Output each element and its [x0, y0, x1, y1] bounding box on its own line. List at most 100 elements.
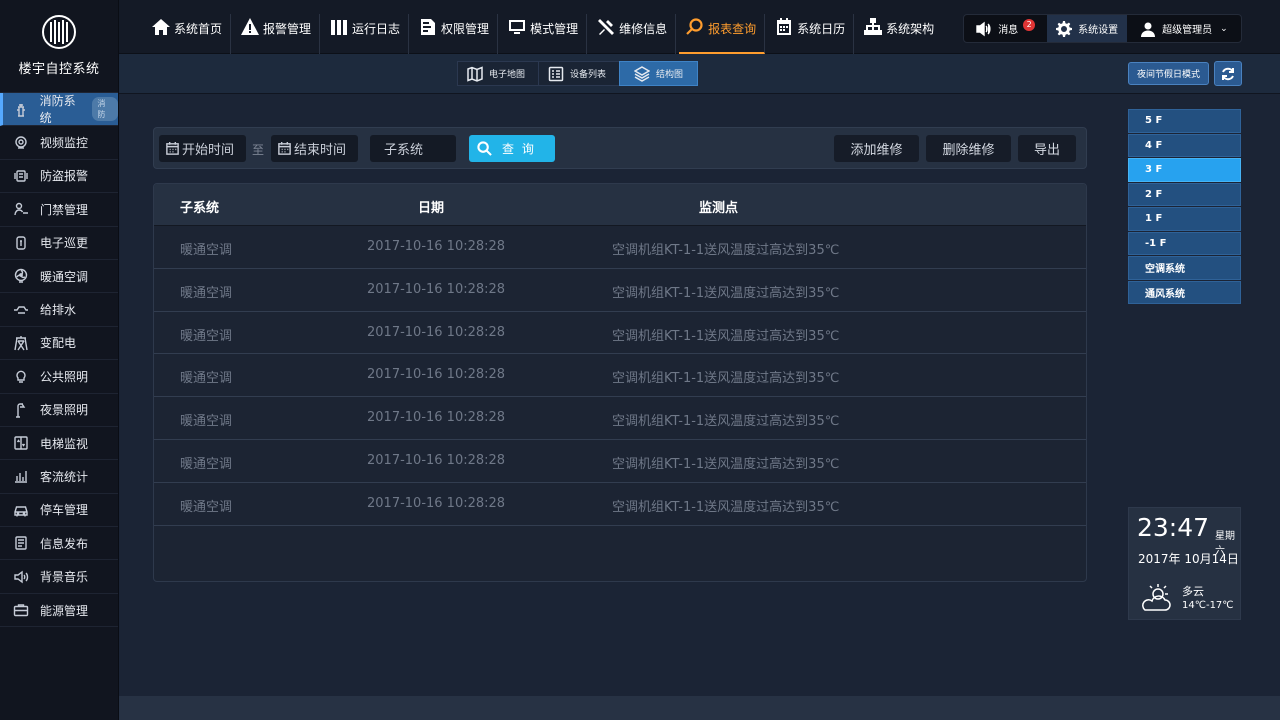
door-icon [12, 200, 30, 218]
table-row[interactable]: 暖通空调 2017-10-16 10:28:28 空调机组KT-1-1送风温度过高达… [154, 354, 1086, 398]
topnav-alarms[interactable]: 报警管理 [234, 14, 321, 54]
sidebar-item-elevator[interactable]: 电梯监视 [0, 427, 118, 461]
topnav-label: 系统日历 [797, 22, 846, 36]
settings-button[interactable]: 系统设置 [1047, 15, 1127, 42]
floor-item[interactable]: 3 F [1128, 158, 1241, 182]
user-menu[interactable]: 超级管理员 ⌄ [1127, 15, 1241, 42]
pipe-icon [12, 301, 30, 319]
table-header: 子系统 日期 监测点 [154, 184, 1086, 226]
night-holiday-mode-button[interactable]: 夜间节假日模式 [1128, 62, 1209, 85]
sidebar-item-fire[interactable]: 消防系统 消防 [0, 93, 118, 127]
cell-subsystem: 暖通空调 [180, 414, 233, 430]
cell-monitor-point: 空调机组KT-1-1送风温度过高达到35℃ [612, 414, 840, 430]
topnav-label: 报警管理 [263, 22, 312, 36]
tab-label: 电子地图 [489, 70, 526, 80]
sidebar-item-hvac[interactable]: 暖通空调 [0, 260, 118, 294]
delete-maintenance-button[interactable]: 删除维修 [926, 135, 1011, 162]
start-time-input[interactable]: 开始时间 [159, 135, 246, 162]
chevron-down-icon: ⌄ [1220, 23, 1228, 34]
warning-icon [240, 17, 260, 35]
clock-time: 23:47 [1137, 513, 1210, 542]
list-icon [548, 66, 564, 81]
sidebar-item-label: 暖通空调 [40, 269, 89, 284]
floor-item[interactable]: 空调系统 [1128, 256, 1241, 280]
floor-item[interactable]: 2 F [1128, 182, 1241, 206]
floor-item[interactable]: -1 F [1128, 231, 1241, 255]
calendar-icon [278, 141, 291, 155]
end-time-input[interactable]: 结束时间 [271, 135, 358, 162]
export-button[interactable]: 导出 [1018, 135, 1076, 162]
sidebar-item-music[interactable]: 背景音乐 [0, 560, 118, 594]
sidebar-item-access[interactable]: 门禁管理 [0, 193, 118, 227]
power-tower-icon [12, 334, 30, 352]
end-time-placeholder: 结束时间 [294, 143, 347, 158]
weather-condition: 多云 [1182, 585, 1204, 598]
sidebar-item-label: 公共照明 [40, 369, 89, 384]
table-row[interactable]: 暖通空调 2017-10-16 10:28:28 空调机组KT-1-1送风温度过高达… [154, 269, 1086, 312]
hierarchy-icon [863, 17, 883, 35]
column-header-subsystem[interactable]: 子系统 [180, 197, 219, 216]
floor-item[interactable]: 通风系统 [1128, 280, 1241, 304]
sidebar-item-parking[interactable]: 停车管理 [0, 494, 118, 528]
refresh-button[interactable] [1214, 61, 1242, 86]
sidebar-item-alarm[interactable]: 防盗报警 [0, 160, 118, 194]
floor-item[interactable]: 5 F [1128, 109, 1241, 133]
app-logo[interactable]: 楼宇自控系统 [0, 0, 118, 93]
subsystem-select[interactable]: 子系统 [370, 135, 456, 162]
topnav-architecture[interactable]: 系统架构 [857, 14, 942, 54]
top-nav: 系统首页 报警管理 运行日志 权限管理 模式管理 维修信息 报表查询 系统日历 [147, 14, 945, 54]
fire-hydrant-icon [12, 100, 30, 118]
map-icon [467, 65, 483, 82]
topnav-label: 维修信息 [619, 22, 668, 36]
messages-button[interactable]: 消息 2 [964, 15, 1047, 42]
app-title: 楼宇自控系统 [18, 62, 100, 77]
topnav-home[interactable]: 系统首页 [147, 14, 232, 54]
topnav-label: 权限管理 [441, 22, 490, 36]
sidebar-item-night-lighting[interactable]: 夜景照明 [0, 394, 118, 427]
sidebar-item-video[interactable]: 视频监控 [0, 126, 118, 160]
table-row[interactable]: 暖通空调 2017-10-16 10:28:28 空调机组KT-1-1送风温度过高达… [154, 397, 1086, 440]
topnav-label: 运行日志 [352, 22, 401, 36]
sidebar-item-energy[interactable]: 能源管理 [0, 594, 118, 628]
speaker-icon [976, 21, 991, 36]
topnav-maintenance[interactable]: 维修信息 [590, 14, 677, 54]
column-header-date[interactable]: 日期 [418, 197, 444, 216]
bar-chart-icon [12, 467, 30, 485]
settings-label: 系统设置 [1078, 25, 1119, 36]
floor-item[interactable]: 1 F [1128, 207, 1241, 231]
sub-bar: 电子地图 设备列表 结构图 夜间节假日模式 [119, 54, 1280, 94]
topnav-calendar[interactable]: 系统日历 [768, 14, 855, 54]
floor-selector: 5 F4 F3 F2 F1 F -1 F 空调系统 通风系统 [1128, 109, 1241, 305]
floor-item[interactable]: 4 F [1128, 133, 1241, 157]
table-row[interactable]: 暖通空调 2017-10-16 10:28:28 空调机组KT-1-1送风温度过高达… [154, 440, 1086, 483]
tools-icon [596, 17, 616, 35]
add-maintenance-button[interactable]: 添加维修 [834, 135, 919, 162]
cell-monitor-point: 空调机组KT-1-1送风温度过高达到35℃ [612, 243, 840, 258]
table-row[interactable]: 暖通空调 2017-10-16 10:28:28 空调机组KT-1-1送风温度过高达… [154, 483, 1086, 526]
sidebar-item-water[interactable]: 给排水 [0, 293, 118, 327]
partly-cloudy-icon [1137, 583, 1173, 613]
cell-date: 2017-10-16 10:28:28 [367, 281, 506, 297]
sidebar-item-label: 客流统计 [40, 469, 89, 484]
sidebar-item-patrol[interactable]: 电子巡更 [0, 227, 118, 260]
tab-map[interactable]: 电子地图 [457, 61, 540, 86]
calendar-icon [774, 17, 794, 35]
sidebar-item-info[interactable]: 信息发布 [0, 527, 118, 561]
sidebar-item-traffic[interactable]: 客流统计 [0, 460, 118, 494]
table-row[interactable]: 暖通空调 2017-10-16 10:28:28 空调机组KT-1-1送风温度过高达… [154, 312, 1086, 355]
query-button[interactable]: 查 询 [469, 135, 555, 162]
topnav-logs[interactable]: 运行日志 [323, 14, 410, 54]
topnav-permissions[interactable]: 权限管理 [412, 14, 499, 54]
table-row[interactable]: 暖通空调 2017-10-16 10:28:28 空调机组KT-1-1送风温度过高达… [154, 226, 1086, 269]
topnav-reports[interactable]: 报表查询 [679, 14, 766, 54]
briefcase-icon [12, 601, 30, 619]
sidebar-item-power[interactable]: 变配电 [0, 327, 118, 361]
column-header-monitor-point[interactable]: 监测点 [699, 197, 738, 216]
weather-temperature: 14℃-17℃ [1182, 600, 1234, 611]
sidebar-item-badge: 消防 [92, 97, 118, 122]
toolbox: 消息 2 系统设置 超级管理员 ⌄ [963, 14, 1242, 43]
tab-structure[interactable]: 结构图 [619, 61, 699, 86]
tab-device-list[interactable]: 设备列表 [538, 61, 621, 86]
sidebar-item-public-lighting[interactable]: 公共照明 [0, 360, 118, 394]
topnav-modes[interactable]: 模式管理 [501, 14, 588, 54]
